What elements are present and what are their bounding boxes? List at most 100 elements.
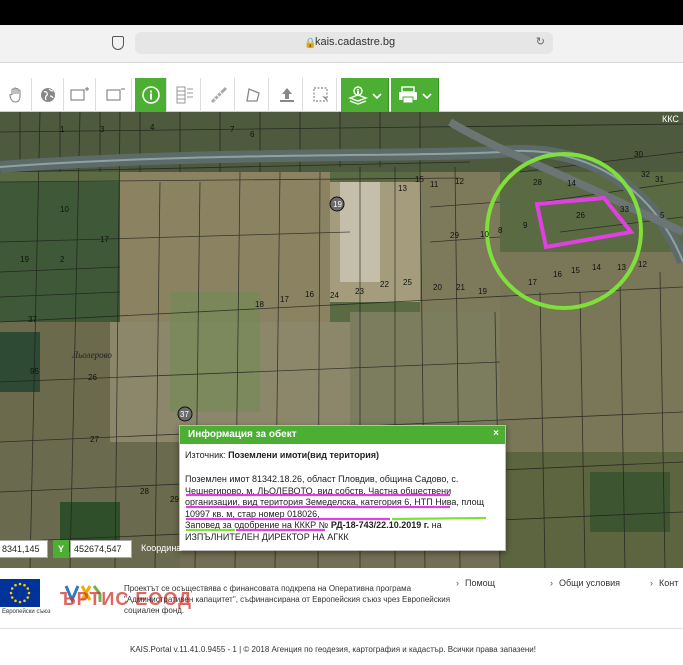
coordinates-strip: 8341,145 Y 452674,547 Координа — [0, 540, 683, 560]
contacts-link[interactable]: › Конт — [650, 578, 678, 588]
print-dropdown-icon — [398, 86, 432, 104]
chevron-right-icon: › — [550, 578, 553, 588]
eu-star — [10, 596, 14, 599]
chevron-right-icon: › — [650, 578, 653, 588]
help-link[interactable]: › Помощ — [456, 578, 495, 588]
url-text: kais.cadastre.bg — [315, 36, 396, 48]
eu-star — [14, 583, 17, 587]
footer-divider — [0, 628, 683, 629]
parcel-label: 15 — [415, 175, 424, 184]
terms-link-label: Общи условия — [559, 578, 621, 588]
parcel-label: 16 — [553, 270, 562, 279]
eu-star — [26, 596, 30, 599]
parcel-label: 29 — [450, 231, 459, 240]
parcel-label: 28 — [533, 178, 542, 187]
copyright: KAIS.Portal v.11.41.0.9455 - 1 | © 2018 … — [130, 645, 536, 654]
parcel-label: 37 — [28, 315, 37, 324]
parcel-label: 15 — [571, 266, 580, 275]
footer: Европейски съюз ЪРТИС ЕООД Проектът се о… — [0, 568, 683, 665]
map-corner-label: ККС — [662, 114, 679, 124]
browser-address-bar: 🔒 kais.cadastre.bg ↻ — [0, 25, 683, 63]
pan-hand-icon[interactable] — [0, 78, 32, 112]
parcel-label: 22 — [380, 280, 389, 289]
remove-layer-icon[interactable] — [100, 78, 132, 112]
select-area-icon[interactable] — [305, 78, 337, 112]
parcel-label: 27 — [90, 435, 99, 444]
y-coordinate-field[interactable]: 452674,547 — [70, 540, 132, 558]
parcel-label: 23 — [355, 287, 364, 296]
parcel-label: 13 — [398, 184, 407, 193]
measure-distance-icon[interactable] — [203, 78, 235, 112]
layers-dropdown-icon — [347, 86, 382, 105]
parcel-label: 95 — [30, 367, 39, 376]
info-button[interactable] — [135, 78, 167, 112]
parcel-label: 2 — [60, 255, 65, 264]
parcel-label: 6 — [250, 130, 255, 139]
parcel-label: 5 — [660, 211, 665, 220]
parcel-label: 7 — [230, 125, 235, 134]
eu-star — [23, 599, 26, 603]
eu-star — [26, 587, 30, 590]
add-layer-icon[interactable] — [64, 78, 96, 112]
circle-marker-label: 37 — [180, 410, 189, 419]
eu-star — [10, 587, 14, 590]
help-link-label: Помощ — [465, 578, 496, 588]
measure-area-icon[interactable] — [237, 78, 269, 112]
locality-label: Льолерово — [71, 350, 112, 360]
parcel-label: 14 — [592, 263, 601, 272]
terms-link[interactable]: › Общи условия — [550, 578, 620, 588]
parcel-label: 26 — [576, 211, 585, 220]
object-info-popup: Информация за обект × Източник: Поземлен… — [179, 425, 506, 551]
parcel-label: 16 — [305, 290, 314, 299]
eu-flag-icon — [0, 579, 40, 607]
eu-star — [14, 599, 17, 603]
parcel-label: 32 — [641, 170, 650, 179]
parcel-label: 17 — [528, 278, 537, 287]
globe-icon[interactable] — [32, 78, 64, 112]
layers-dropdown-button[interactable] — [341, 78, 389, 112]
eu-star — [18, 600, 22, 604]
parcel-label: 25 — [403, 278, 412, 287]
parcel-label: 21 — [456, 283, 465, 292]
parcel-label: 3 — [100, 125, 105, 134]
print-dropdown-button[interactable] — [391, 78, 439, 112]
parcel-label: 10 — [480, 230, 489, 239]
parcel-label: 18 — [255, 300, 264, 309]
parcel-label: 8 — [498, 226, 503, 235]
parcel-label: 14 — [567, 179, 576, 188]
x-coordinate-field[interactable]: 8341,145 — [0, 540, 48, 558]
parcel-label: 4 — [150, 123, 155, 132]
url-field[interactable]: 🔒 kais.cadastre.bg ↻ — [135, 32, 553, 54]
shield-icon[interactable] — [112, 36, 124, 50]
top-black-bar — [0, 0, 683, 25]
y-label: Y — [53, 540, 69, 558]
parcel-label: 17 — [100, 235, 109, 244]
eu-star — [23, 583, 26, 587]
eu-caption: Европейски съюз — [2, 609, 51, 615]
parcel-label: 28 — [140, 487, 149, 496]
page: 🔒 kais.cadastre.bg ↻ 26 28 14 8 9 17 16 … — [0, 0, 683, 665]
parcel-label: 1 — [60, 125, 65, 134]
eu-star — [27, 591, 31, 595]
reload-icon[interactable]: ↻ — [536, 35, 545, 48]
parcel-label: 17 — [280, 295, 289, 304]
parcel-label: 10 — [60, 205, 69, 214]
parcel-label: 12 — [638, 260, 647, 269]
parcel-label: 33 — [620, 205, 629, 214]
circle-marker-label: 19 — [333, 200, 342, 209]
project-text: Проектът се осъществява с финансовата по… — [124, 584, 451, 615]
legend-icon[interactable] — [169, 78, 201, 112]
eu-star — [18, 582, 22, 586]
map-toolbar — [0, 78, 683, 112]
parcel-label: 19 — [478, 287, 487, 296]
parcel-label: 19 — [20, 255, 29, 264]
parcel-label: 9 — [523, 221, 528, 230]
parcel-label: 20 — [433, 283, 442, 292]
info-icon — [141, 86, 160, 104]
upload-icon[interactable] — [271, 78, 303, 112]
eu-star — [9, 591, 13, 595]
parcel-label: 26 — [88, 373, 97, 382]
parcel-label: 11 — [430, 180, 439, 189]
chevron-right-icon: › — [456, 578, 459, 588]
annotation-underlines — [186, 493, 487, 532]
